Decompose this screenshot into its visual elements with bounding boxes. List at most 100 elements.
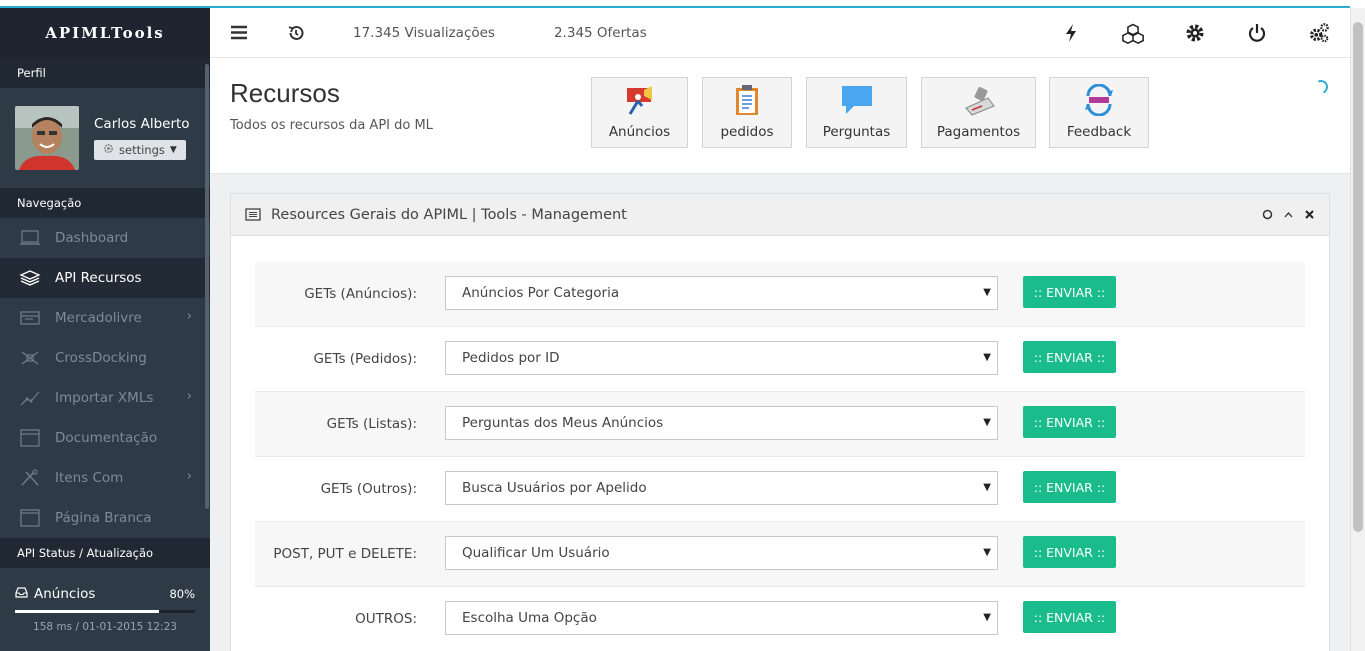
sidebar-item-importar-xmls[interactable]: Importar XMLs › xyxy=(0,378,210,418)
send-button[interactable]: :: ENVIAR :: xyxy=(1023,276,1116,308)
chart-icon xyxy=(18,388,42,408)
gear-icon xyxy=(103,143,114,157)
api-status: Anúncios 80% 158 ms / 01-01-2015 12:23 xyxy=(0,568,210,633)
list-icon xyxy=(245,208,261,221)
brand-logo[interactable]: APIMLTools xyxy=(0,8,210,58)
megaphone-icon xyxy=(624,84,656,120)
status-heading: API Status / Atualização xyxy=(0,538,210,568)
send-button[interactable]: :: ENVIAR :: xyxy=(1023,406,1116,438)
chevron-right-icon: › xyxy=(186,469,192,484)
quick-button-feedback[interactable]: Feedback xyxy=(1049,77,1149,148)
select-value: Busca Usuários por Apelido xyxy=(462,480,647,496)
close-icon[interactable] xyxy=(1303,207,1315,221)
sidebar-scrollbar[interactable] xyxy=(205,64,209,509)
history-icon[interactable] xyxy=(285,22,307,44)
sidebar-item-label: CrossDocking xyxy=(55,350,147,366)
sidebar-item-label: Mercadolivre xyxy=(55,310,142,326)
row-label: GETs (Anúncios): xyxy=(304,286,417,302)
sidebar-item-label: Importar XMLs xyxy=(55,390,154,406)
cubes-icon[interactable] xyxy=(1122,22,1144,44)
avatar[interactable] xyxy=(15,106,79,170)
chevron-right-icon: › xyxy=(186,389,192,404)
form-row: OUTROS: Escolha Uma Opção ▼ :: ENVIAR :: xyxy=(255,587,1305,651)
send-button[interactable]: :: ENVIAR :: xyxy=(1023,471,1116,503)
menu-icon[interactable] xyxy=(228,22,250,44)
blank-page-icon xyxy=(18,508,42,528)
caret-down-icon: ▼ xyxy=(983,352,991,363)
nav-heading: Navegação xyxy=(0,188,210,218)
row-label: GETs (Pedidos): xyxy=(313,351,417,367)
gears-icon[interactable] xyxy=(1308,22,1330,44)
collapse-icon[interactable] xyxy=(1282,207,1294,221)
profile-card: Carlos Alberto settings ▼ xyxy=(0,88,210,188)
inbox-icon xyxy=(15,586,28,602)
sidebar-item-dashboard[interactable]: Dashboard xyxy=(0,218,210,258)
resource-select[interactable]: Escolha Uma Opção ▼ xyxy=(445,601,998,635)
gear-icon[interactable] xyxy=(1184,22,1206,44)
panel-header: Resources Gerais do APIML | Tools - Mana… xyxy=(231,194,1329,236)
feedback-icon xyxy=(1082,83,1116,120)
form-row: GETs (Listas): Perguntas dos Meus Anúnci… xyxy=(255,392,1305,457)
resource-select[interactable]: Pedidos por ID ▼ xyxy=(445,341,998,375)
send-button[interactable]: :: ENVIAR :: xyxy=(1023,601,1116,633)
resource-select[interactable]: Busca Usuários por Apelido ▼ xyxy=(445,471,998,505)
sidebar-item-label: Documentação xyxy=(55,430,158,446)
resources-panel: Resources Gerais do APIML | Tools - Mana… xyxy=(230,193,1330,651)
send-button[interactable]: :: ENVIAR :: xyxy=(1023,341,1116,373)
row-label: GETs (Outros): xyxy=(320,481,417,497)
row-label: GETs (Listas): xyxy=(326,416,417,432)
sidebar-item-label: API Recursos xyxy=(55,270,142,286)
sidebar: APIMLTools Perfil Carlos Alberto setting… xyxy=(0,8,210,651)
resource-select[interactable]: Anúncios Por Categoria ▼ xyxy=(445,276,998,310)
views-counter: 17.345 Visualizações xyxy=(353,24,495,41)
sidebar-item-label: Itens Com xyxy=(55,470,124,486)
window-scrollbar-thumb[interactable] xyxy=(1353,22,1363,532)
quick-button-label: pedidos xyxy=(720,124,774,140)
sidebar-item-api-recursos[interactable]: API Recursos xyxy=(0,258,210,298)
status-label: Anúncios xyxy=(34,586,96,602)
quick-button-pedidos[interactable]: pedidos xyxy=(702,77,792,148)
chevron-right-icon: › xyxy=(186,309,192,324)
quick-button-anuncios[interactable]: Anúncios xyxy=(591,77,688,148)
quick-button-pagamentos[interactable]: Pagamentos xyxy=(921,77,1036,148)
quick-button-label: Perguntas xyxy=(822,124,891,140)
form-row: POST, PUT e DELETE: Qualificar Um Usuári… xyxy=(255,522,1305,587)
row-label: OUTROS: xyxy=(355,611,417,627)
profile-heading: Perfil xyxy=(0,58,210,88)
caret-down-icon: ▼ xyxy=(983,417,991,428)
select-value: Perguntas dos Meus Anúncios xyxy=(462,415,664,431)
power-icon[interactable] xyxy=(1246,22,1268,44)
top-accent-line xyxy=(0,0,1365,8)
form-row: GETs (Anúncios): Anúncios Por Categoria … xyxy=(255,262,1305,327)
window-scrollbar[interactable] xyxy=(1350,8,1365,651)
page-title: Recursos xyxy=(230,78,340,108)
quick-button-perguntas[interactable]: Perguntas xyxy=(806,77,907,148)
resource-select[interactable]: Perguntas dos Meus Anúncios ▼ xyxy=(445,406,998,440)
page-subtitle: Todos os recursos da API do ML xyxy=(230,118,433,133)
resource-select[interactable]: Qualificar Um Usuário ▼ xyxy=(445,536,998,570)
caret-down-icon: ▼ xyxy=(983,287,991,298)
page-header: Recursos Todos os recursos da API do ML … xyxy=(210,58,1350,174)
sidebar-item-documentacao[interactable]: Documentação xyxy=(0,418,210,458)
status-progress-bar xyxy=(15,610,195,613)
send-button[interactable]: :: ENVIAR :: xyxy=(1023,536,1116,568)
status-percent: 80% xyxy=(169,587,195,601)
user-name: Carlos Alberto xyxy=(94,116,190,132)
sidebar-item-label: Dashboard xyxy=(55,230,129,246)
tools-icon xyxy=(18,468,42,488)
bolt-icon[interactable] xyxy=(1060,22,1082,44)
laptop-icon xyxy=(18,228,42,248)
sidebar-item-crossdocking[interactable]: CrossDocking xyxy=(0,338,210,378)
sidebar-item-itens-com[interactable]: Itens Com › xyxy=(0,458,210,498)
resource-form: GETs (Anúncios): Anúncios Por Categoria … xyxy=(255,262,1305,651)
caret-down-icon: ▼ xyxy=(169,145,177,155)
settings-label: settings xyxy=(119,143,165,157)
sidebar-item-mercadolivre[interactable]: Mercadolivre › xyxy=(0,298,210,338)
sidebar-item-label: Página Branca xyxy=(55,510,152,526)
form-row: GETs (Outros): Busca Usuários por Apelid… xyxy=(255,457,1305,522)
settings-dropdown-button[interactable]: settings ▼ xyxy=(94,140,186,160)
sidebar-item-pagina-branca[interactable]: Página Branca xyxy=(0,498,210,538)
stamp-icon xyxy=(962,84,996,120)
crossdocking-icon xyxy=(18,348,42,368)
refresh-icon[interactable] xyxy=(1261,207,1273,221)
